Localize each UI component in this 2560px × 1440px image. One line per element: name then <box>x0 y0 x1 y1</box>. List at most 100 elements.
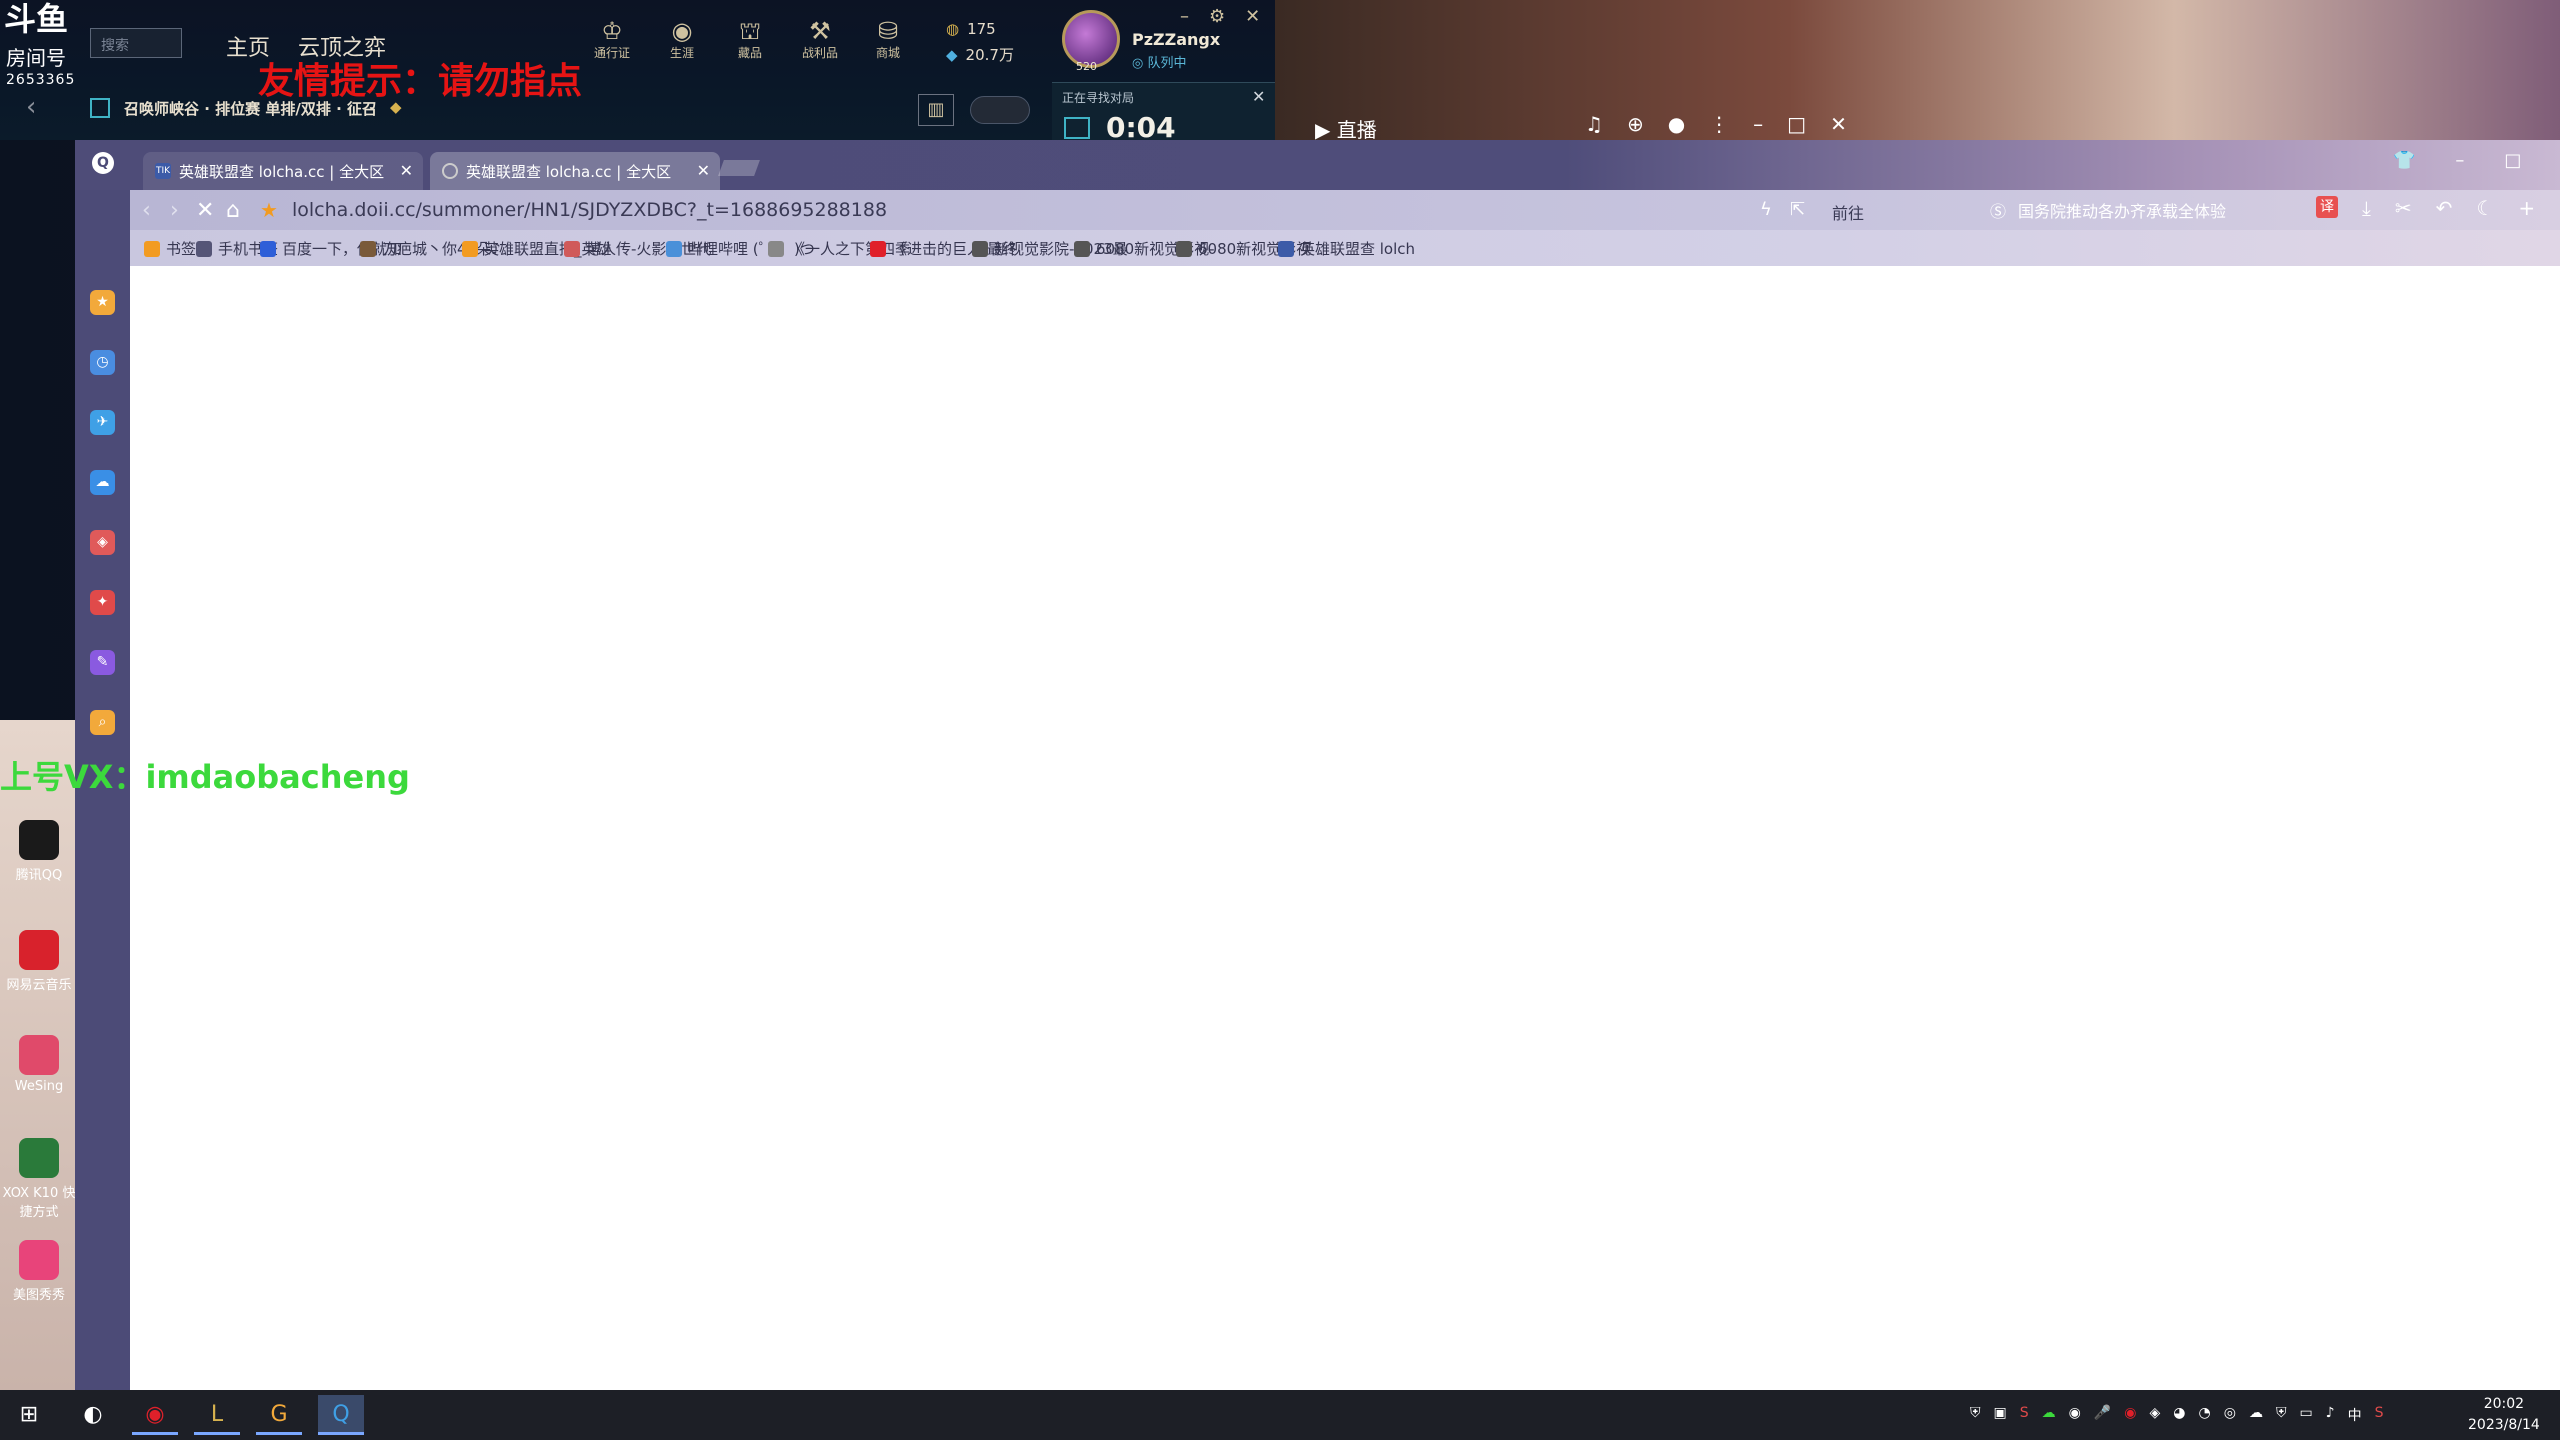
browser-logo-icon[interactable]: Q <box>92 152 114 174</box>
desktop-icon-xox[interactable]: XOX K10 快捷方式 <box>0 1138 78 1220</box>
tab-lolcha-2[interactable]: 英雄联盟查 lolcha.cc | 全大区 ✕ <box>430 152 720 190</box>
browser-taskbar-icon[interactable]: Q <box>318 1395 364 1435</box>
desktop-icon-meitu[interactable]: 美图秀秀 <box>0 1240 78 1303</box>
shirt-icon[interactable]: 👕 <box>2393 150 2415 171</box>
desktop-icon-netease-music[interactable]: 网易云音乐 <box>0 930 78 993</box>
windows-start-icon[interactable]: ⊞ <box>6 1395 52 1435</box>
lightning-icon[interactable]: ϟ <box>1760 199 1772 220</box>
maximize-icon[interactable]: □ <box>1787 112 1806 136</box>
cloud-icon[interactable]: ☁ <box>90 470 115 495</box>
store-icon: ⛁ <box>877 17 899 45</box>
bookmark-label: 书签 <box>166 240 197 258</box>
cloud-icon[interactable]: ☁ <box>2042 1405 2056 1425</box>
lol-search-input[interactable]: 搜索 <box>90 28 182 58</box>
edit-icon[interactable]: ✎ <box>90 650 115 675</box>
new-tab-button[interactable] <box>718 160 760 176</box>
minimize-icon[interactable]: – <box>1753 112 1763 136</box>
scissors-icon[interactable]: ✂ <box>2395 196 2412 220</box>
steam-icon[interactable]: ◉ <box>2069 1405 2081 1425</box>
shield-icon[interactable]: ⛨ <box>1970 1405 1981 1425</box>
info-icon[interactable]: ◆ <box>390 98 408 116</box>
lolcha-favicon-icon: TIK <box>155 163 171 179</box>
qq-tray-icon[interactable]: ◕ <box>2173 1405 2185 1425</box>
minimize-icon[interactable]: – <box>1180 6 1189 27</box>
home-icon[interactable]: ⌂ <box>226 198 240 223</box>
download-icon[interactable]: ⊕ <box>1627 112 1644 136</box>
address-bar[interactable]: lolcha.doii.cc/summoner/HN1/SJDYZXDBC?_t… <box>292 199 887 221</box>
nav-pass[interactable]: ♔ 通行证 <box>582 18 642 68</box>
history-icon[interactable]: ◷ <box>90 350 115 375</box>
room-label: 房间号 <box>6 46 66 70</box>
favorites-icon[interactable]: ★ <box>90 290 115 315</box>
night-mode-icon[interactable]: ☾ <box>2476 196 2494 220</box>
bookmark-label: 英雄联盟查 lolch <box>1300 240 1416 258</box>
lol-window-controls: – ⚙ ✕ <box>1180 6 1260 27</box>
back-icon[interactable]: ‹ <box>142 198 151 223</box>
taskbar-app-icon[interactable]: ◐ <box>70 1395 116 1435</box>
party-toggle[interactable] <box>970 96 1030 124</box>
nvidia-icon[interactable]: ▣ <box>1994 1405 2007 1425</box>
undo-icon[interactable]: ↶ <box>2436 196 2453 220</box>
add-icon[interactable]: + <box>2518 196 2535 220</box>
nav-collection[interactable]: ⛫ 藏品 <box>720 18 780 68</box>
lol-taskbar-icon[interactable]: L <box>194 1395 240 1435</box>
desktop-icon-wesing[interactable]: WeSing <box>0 1035 78 1094</box>
user-tray-icon[interactable]: ◔ <box>2199 1405 2211 1425</box>
search-input-text: 国务院推动各办齐承载全体验 <box>2018 202 2227 221</box>
bell-icon[interactable]: ♫ <box>1585 112 1603 136</box>
download-icon[interactable]: ⤓ <box>2362 196 2371 220</box>
netease-music-taskbar-icon[interactable]: ◉ <box>132 1395 178 1435</box>
bookmark-star-icon[interactable]: ★ <box>260 198 278 222</box>
rp-amount: 175 <box>967 20 996 38</box>
nav-profile[interactable]: ◉ 生涯 <box>652 18 712 68</box>
ime-indicator[interactable]: 中 <box>2348 1405 2362 1425</box>
collection-icon: ⛫ <box>738 17 762 45</box>
game-tray-icon[interactable]: ◈ <box>2150 1405 2161 1425</box>
maximize-icon[interactable]: □ <box>2504 150 2521 171</box>
network-icon[interactable]: ▭ <box>2299 1405 2312 1425</box>
back-arrow-icon[interactable]: ‹ <box>26 92 36 122</box>
close-tab-icon[interactable]: ✕ <box>400 161 413 180</box>
sogou-ime-icon[interactable]: S <box>2375 1405 2384 1425</box>
nav-store[interactable]: ⛁ 商城 <box>858 18 918 68</box>
user-icon[interactable]: ● <box>1668 112 1685 136</box>
system-clock[interactable]: 20:02 2023/8/14 <box>2468 1394 2540 1436</box>
pdf-icon[interactable]: ✦ <box>90 590 115 615</box>
forward-icon[interactable]: › <box>170 198 179 223</box>
live-tab[interactable]: ▶ 直播 <box>1315 114 1377 143</box>
bookmark-item[interactable]: 书签 <box>144 238 196 259</box>
desktop-icon-qq[interactable]: 腾讯QQ <box>0 820 78 883</box>
queue-map-icon <box>1064 117 1090 139</box>
game-icon[interactable]: ◈ <box>90 530 115 555</box>
close-icon[interactable]: ✕ <box>1252 87 1265 106</box>
go-button[interactable]: 前往 <box>1832 200 1864 224</box>
globe-icon <box>768 241 784 257</box>
translate-icon[interactable]: 译 <box>2316 196 2338 218</box>
stats-icon[interactable]: ▥ <box>918 94 954 126</box>
minimize-icon[interactable]: – <box>2455 150 2464 171</box>
loot-icon: ⚒ <box>809 17 831 45</box>
bookmark-item[interactable]: 英雄联盟查 lolch <box>1278 238 1415 259</box>
gear-icon[interactable]: ⚙ <box>1209 6 1225 27</box>
search-icon[interactable]: ⌕ <box>90 710 115 735</box>
share-icon[interactable]: ⇱ <box>1790 199 1805 220</box>
douyu-logo-text: 斗鱼 <box>4 1 69 37</box>
stop-loading-icon[interactable]: ✕ <box>196 198 214 223</box>
sogou-icon[interactable]: S <box>2020 1405 2029 1425</box>
onedrive-icon[interactable]: ☁ <box>2249 1405 2263 1425</box>
stream-window-controls: ♫ ⊕ ● ⋮ – □ ✕ <box>1585 112 1847 136</box>
app-tray-icon[interactable]: ◎ <box>2224 1405 2236 1425</box>
tab-lolcha-1[interactable]: TIK 英雄联盟查 lolcha.cc | 全大区 ✕ <box>143 152 423 190</box>
close-tab-icon[interactable]: ✕ <box>697 161 710 180</box>
close-icon[interactable]: ✕ <box>1830 112 1847 136</box>
shield-tray-icon[interactable]: ⛨ <box>2276 1405 2287 1425</box>
system-tray: ⛨ ▣ S ☁ ◉ 🎤 ◉ ◈ ◕ ◔ ◎ ☁ ⛨ ▭ ♪ 中 S <box>1970 1405 2384 1425</box>
close-icon[interactable]: ✕ <box>1245 6 1260 27</box>
mic-icon[interactable]: 🎤 <box>2094 1405 2111 1425</box>
plane-icon[interactable]: ✈ <box>90 410 115 435</box>
more-icon[interactable]: ⋮ <box>1709 112 1729 136</box>
app-taskbar-icon[interactable]: G <box>256 1395 302 1435</box>
nav-loot[interactable]: ⚒ 战利品 <box>790 18 850 68</box>
volume-icon[interactable]: ♪ <box>2326 1405 2335 1425</box>
netease-tray-icon[interactable]: ◉ <box>2124 1405 2136 1425</box>
